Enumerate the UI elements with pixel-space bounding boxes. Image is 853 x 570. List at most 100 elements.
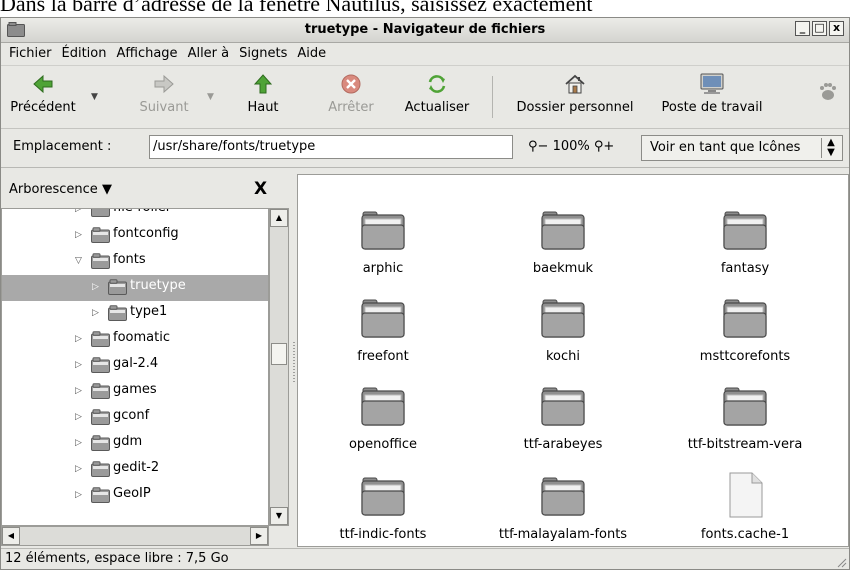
collapse-triangle-icon[interactable]: ▽ xyxy=(75,256,82,266)
folder-icon xyxy=(541,211,585,250)
folder-item[interactable]: freefont xyxy=(298,293,468,364)
expand-triangle-icon[interactable]: ▷ xyxy=(75,464,82,474)
menu-aide[interactable]: Aide xyxy=(292,43,331,65)
menu-affichage[interactable]: Affichage xyxy=(111,43,182,65)
zoom-out-icon[interactable]: ⚲− xyxy=(528,139,548,154)
computer-label: Poste de travail xyxy=(661,100,763,115)
zoom-control: ⚲− 100% ⚲+ xyxy=(528,139,614,154)
folder-item[interactable]: ttf-malayalam-fonts xyxy=(478,471,648,542)
chevron-down-icon: ▼ xyxy=(101,182,112,197)
folder-item[interactable]: arphic xyxy=(298,205,468,276)
tree-vertical-scrollbar[interactable]: ▲ ▼ xyxy=(269,208,289,526)
file-name-label: fantasy xyxy=(720,261,770,276)
tree-item[interactable]: ▷ gal-2.4 xyxy=(2,353,268,379)
close-window-button[interactable]: x xyxy=(829,21,844,36)
gnome-foot-icon xyxy=(820,83,836,100)
expand-triangle-icon[interactable]: ▷ xyxy=(75,209,82,214)
menu-edition[interactable]: Édition xyxy=(57,43,112,65)
scroll-left-button[interactable]: ◀ xyxy=(2,527,20,545)
scroll-thumb[interactable] xyxy=(271,343,287,365)
tree-item[interactable]: ▷ fontconfig xyxy=(2,223,268,249)
file-name-label: baekmuk xyxy=(532,261,594,276)
folder-item[interactable]: baekmuk xyxy=(478,205,648,276)
forward-history-dropdown[interactable]: ▼ xyxy=(207,92,214,102)
expand-triangle-icon[interactable]: ▷ xyxy=(75,438,82,448)
maximize-button[interactable]: □ xyxy=(812,21,827,36)
expand-triangle-icon[interactable]: ▷ xyxy=(75,412,82,422)
forward-label: Suivant xyxy=(139,100,189,115)
folder-icon xyxy=(91,409,110,425)
folder-item[interactable]: ttf-arabeyes xyxy=(478,381,648,452)
tree-horizontal-scrollbar[interactable]: ◀ ▶ xyxy=(1,526,269,546)
expand-triangle-icon[interactable]: ▷ xyxy=(75,334,82,344)
folder-item[interactable]: msttcorefonts xyxy=(660,293,830,364)
folder-icon xyxy=(723,299,767,338)
up-button[interactable]: Haut xyxy=(237,72,289,115)
folder-item[interactable]: openoffice xyxy=(298,381,468,452)
tree-item-label: gedit-2 xyxy=(113,460,160,475)
sidebar: Arborescence ▼ X ▷ file-roller ▷ fontconfig… xyxy=(1,174,291,547)
zoom-in-icon[interactable]: ⚲+ xyxy=(594,139,614,154)
tree-item-label: truetype xyxy=(130,278,186,293)
tree-item[interactable]: ▷ gdm xyxy=(2,431,268,457)
location-bar: Emplacement : /usr/share/fonts/truetype … xyxy=(1,129,849,168)
back-history-dropdown[interactable]: ▼ xyxy=(91,92,98,102)
back-button[interactable]: Précédent xyxy=(5,72,81,115)
folder-item[interactable]: kochi xyxy=(478,293,648,364)
minimize-button[interactable]: _ xyxy=(795,21,810,36)
menu-fichier[interactable]: Fichier xyxy=(1,43,57,65)
sidebar-close-button[interactable]: X xyxy=(254,179,267,199)
scroll-right-button[interactable]: ▶ xyxy=(250,527,268,545)
reload-icon xyxy=(428,75,446,93)
view-mode-select[interactable]: Voir en tant que Icônes ▲ ▼ xyxy=(641,135,843,161)
tree-item[interactable]: ▷ gedit-2 xyxy=(2,457,268,483)
folder-icon xyxy=(541,299,585,338)
file-name-label: ttf-indic-fonts xyxy=(339,527,427,542)
resize-grip-icon[interactable] xyxy=(835,556,847,568)
tree-item[interactable]: ▷ gconf xyxy=(2,405,268,431)
window-title: truetype - Navigateur de fichiers xyxy=(304,22,546,37)
tree-item[interactable]: ▷ truetype xyxy=(2,275,268,301)
expand-triangle-icon[interactable]: ▷ xyxy=(92,282,99,292)
folder-item[interactable]: ttf-bitstream-vera xyxy=(660,381,830,452)
file-name-label: ttf-arabeyes xyxy=(523,437,603,452)
folder-icon xyxy=(108,279,127,295)
tree-item[interactable]: ▷ games xyxy=(2,379,268,405)
zoom-level[interactable]: 100% xyxy=(553,139,590,154)
tree-item[interactable]: ▷ type1 xyxy=(2,301,268,327)
tree-item[interactable]: ▽ fonts xyxy=(2,249,268,275)
expand-triangle-icon[interactable]: ▷ xyxy=(75,230,82,240)
folder-icon xyxy=(723,211,767,250)
tree-item[interactable]: ▷ foomatic xyxy=(2,327,268,353)
computer-button[interactable]: Poste de travail xyxy=(651,72,773,115)
stop-button[interactable]: Arrêter xyxy=(323,72,379,115)
location-input[interactable]: /usr/share/fonts/truetype xyxy=(149,135,513,159)
file-name-label: msttcorefonts xyxy=(699,349,791,364)
expand-triangle-icon[interactable]: ▷ xyxy=(75,360,82,370)
reload-button[interactable]: Actualiser xyxy=(396,72,478,115)
folder-item[interactable]: ttf-indic-fonts xyxy=(298,471,468,542)
title-bar[interactable]: truetype - Navigateur de fichiers _ □ x xyxy=(1,18,849,43)
folder-tree: ▷ file-roller ▷ fontconfig ▽ fonts ▷ truetype ▷ t… xyxy=(1,208,269,526)
stop-label: Arrêter xyxy=(328,100,374,115)
folder-icon xyxy=(723,387,767,426)
file-item[interactable]: fonts.cache-1 xyxy=(660,471,830,542)
tree-item[interactable]: ▷ GeoIP xyxy=(2,483,268,509)
expand-triangle-icon[interactable]: ▷ xyxy=(75,386,82,396)
tree-item[interactable]: ▷ file-roller xyxy=(2,209,268,223)
status-bar: 12 éléments, espace libre : 7,5 Go xyxy=(1,548,849,570)
scroll-up-button[interactable]: ▲ xyxy=(270,209,288,227)
expand-triangle-icon[interactable]: ▷ xyxy=(75,490,82,500)
tree-item-label: file-roller xyxy=(113,209,171,215)
folder-item[interactable]: fantasy xyxy=(660,205,830,276)
forward-button[interactable]: Suivant xyxy=(131,72,197,115)
tree-item-label: gal-2.4 xyxy=(113,356,159,371)
home-button[interactable]: Dossier personnel xyxy=(506,72,644,115)
sidebar-type-selector[interactable]: Arborescence ▼ xyxy=(9,182,112,197)
expand-triangle-icon[interactable]: ▷ xyxy=(92,308,99,318)
folder-icon xyxy=(541,387,585,426)
scroll-down-button[interactable]: ▼ xyxy=(270,507,288,525)
tree-item-label: fonts xyxy=(113,252,146,267)
menu-signets[interactable]: Signets xyxy=(234,43,292,65)
menu-aller-a[interactable]: Aller à xyxy=(183,43,235,65)
